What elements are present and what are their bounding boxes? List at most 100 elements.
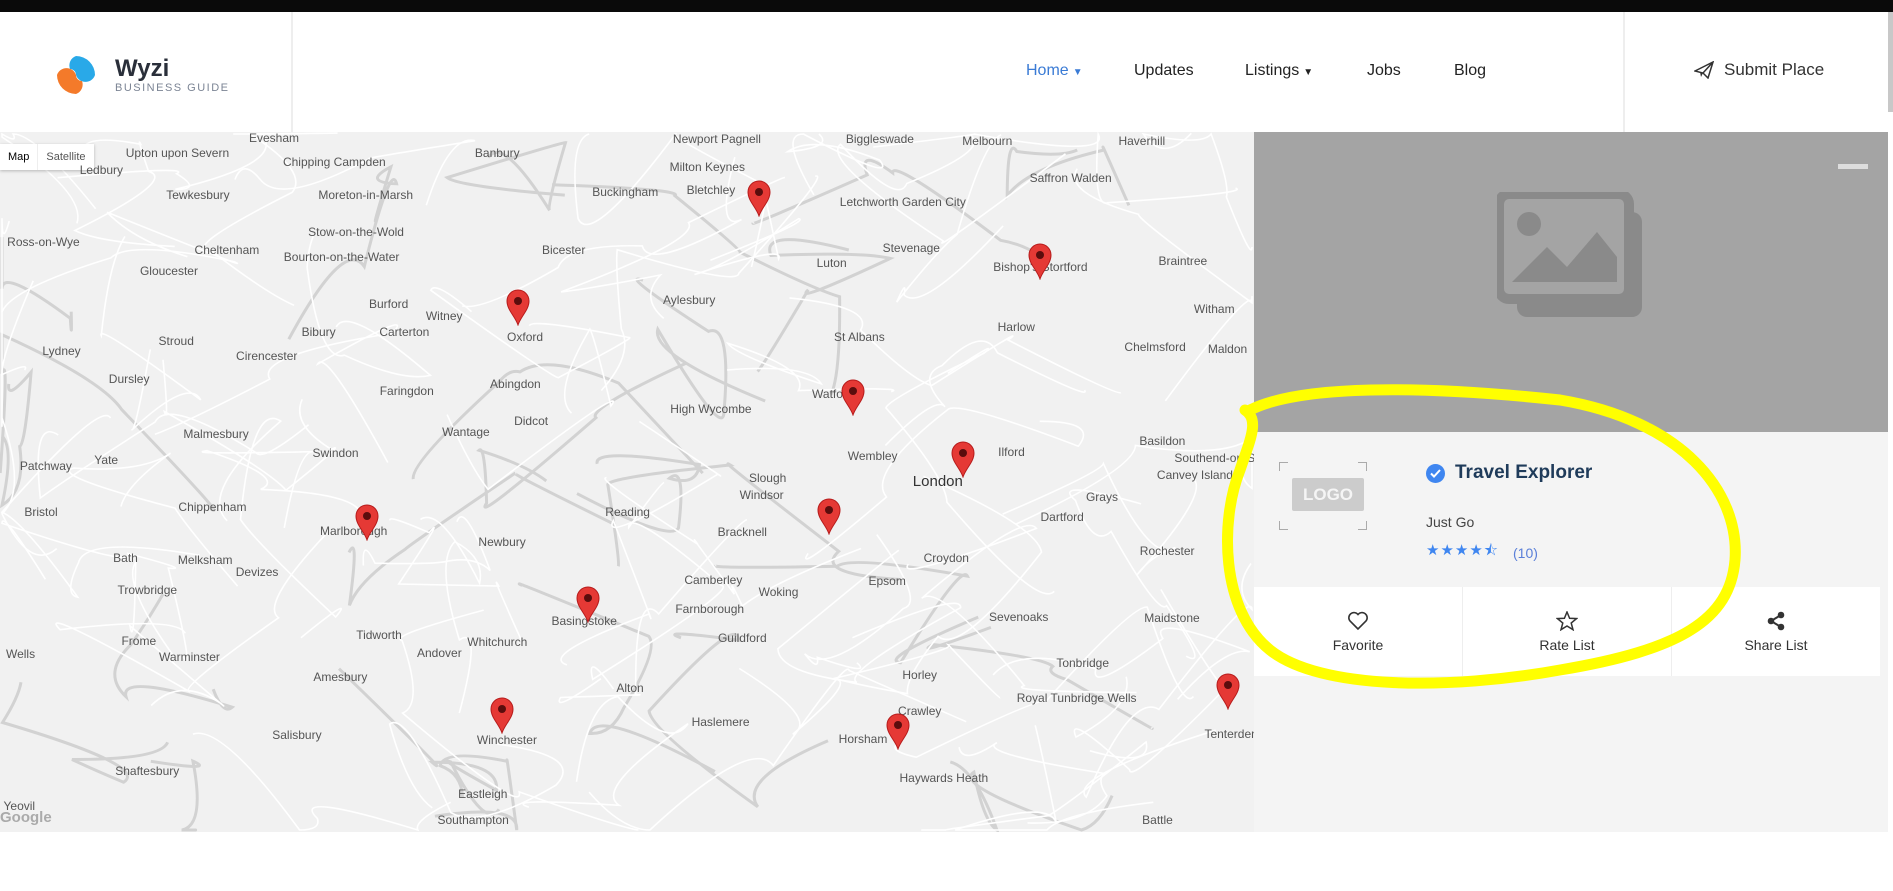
map-road [411,363,704,480]
favorite-button[interactable]: Favorite [1254,587,1463,676]
listing-title-text: Travel Explorer [1455,462,1593,483]
map-road [552,183,842,396]
map-marker-icon[interactable] [746,179,772,218]
map-road [836,475,1043,695]
map-marker-icon[interactable] [1027,242,1053,281]
map-road [895,133,1004,303]
share-list-button[interactable]: Share List [1672,587,1880,676]
map-place-label: Tenterden [1204,727,1254,742]
map-place-label: Dartford [1040,509,1084,524]
map-place-label: Oxford [507,329,544,344]
map-marker-icon[interactable] [1215,672,1241,710]
map-place-label: Andover [416,646,462,661]
listing-panel: LOGO Travel Explorer Just Go ★★★★⯪ (10) … [1254,132,1888,832]
map-place-label: High Wycombe [670,402,752,417]
map-place-label: Chipping Campden [282,154,386,169]
listing-actions: Favorite Rate List Share List [1254,587,1880,676]
map-road [1074,168,1253,402]
map-place-label: Windsor [739,488,784,503]
brand-logo[interactable]: Wyzi BUSINESS GUIDE [55,54,230,96]
map-place-label: Stow-on-the-Wold [308,224,404,239]
map-place-label: Amesbury [313,670,368,685]
rate-list-label: Rate List [1539,636,1595,653]
map-road [420,516,482,714]
map-place-label: Horley [902,667,938,682]
nav-listings[interactable]: Listings ▼ [1245,62,1313,80]
map-place-label: Tidworth [356,628,402,643]
nav-updates[interactable]: Updates [1134,62,1194,80]
map-place-label: Yeovil [3,799,36,814]
map-place-label: Stroud [158,333,194,348]
nav-jobs[interactable]: Jobs [1367,62,1401,80]
map-road [873,132,1238,204]
review-count[interactable]: (10) [1513,545,1538,561]
map-place-label: Didcot [514,414,549,429]
map-place-label: Yate [94,453,119,468]
map-place-label: Guildford [717,630,767,645]
map-place-label: Devizes [235,565,279,580]
map-place-label: Basildon [1139,433,1186,448]
map-marker-icon[interactable] [950,440,976,478]
map-place-label: Tewkesbury [166,187,230,202]
listing-title[interactable]: Travel Explorer [1426,462,1592,484]
chevron-down-icon: ▼ [1303,67,1314,78]
nav-listings-label: Listings [1245,62,1300,79]
map-place-label: Letchworth Garden City [839,194,966,209]
map-place-label: Malmesbury [183,426,249,441]
submit-place-button[interactable]: Submit Place [1694,60,1824,80]
map-road [588,668,967,831]
listing-rating: ★★★★⯪ (10) [1426,540,1538,565]
map-view[interactable]: Map Satellite Google Evesham Banbury Newpo… [0,132,1254,832]
map-road [713,561,979,665]
map-place-label: Trowbridge [117,583,178,598]
map-marker-icon[interactable] [505,288,531,326]
map-place-label: Shaftesbury [115,764,180,779]
map-place-label: Bath [113,550,138,565]
map-place-label: Grays [1085,490,1118,505]
map-road [1141,132,1253,251]
map-place-label: Wells [5,647,36,662]
star-icon [1556,610,1578,631]
map-place-label: Canvey Island [1156,467,1233,482]
map-marker-icon[interactable] [575,585,601,623]
map-place-label: Newbury [478,535,526,550]
map-marker-icon[interactable] [885,712,911,750]
map-place-label: Upton upon Severn [125,146,230,161]
map-place-label: Eastleigh [458,787,508,802]
map-place-label: Melksham [177,553,233,568]
map-place-label: Cirencester [236,349,298,364]
map-place-label: Alton [616,681,644,696]
map-marker-icon[interactable] [489,696,515,734]
map-place-label: Warminster [159,649,220,664]
map-place-label: Reading [605,504,650,519]
map-place-label: Bibury [301,325,336,340]
map-place-label: Cheltenham [194,243,260,258]
nav-home-label: Home [1026,62,1069,79]
map-marker-icon[interactable] [840,378,866,417]
map-place-label: Salisbury [272,728,322,743]
map-road [894,606,1195,759]
nav-home[interactable]: Home ▼ [1026,62,1083,80]
page-scrollbar[interactable] [1888,12,1893,112]
map-place-label: Horsham [838,731,888,746]
map-place-label: Battle [1142,812,1173,827]
rate-list-button[interactable]: Rate List [1463,587,1672,676]
map-place-label: Ross-on-Wye [7,234,80,249]
map-type-map-button[interactable]: Map [0,144,39,170]
map-place-label: Bletchley [686,182,736,197]
map-marker-icon[interactable] [354,503,380,541]
listing-logo: LOGO [1279,462,1367,530]
map-place-label: Haywards Heath [899,770,989,785]
site-header: Wyzi BUSINESS GUIDE Home ▼ Updates Listin… [0,12,1880,132]
map-place-label: Farnborough [675,601,745,616]
map-place-label: Whitchurch [467,635,528,650]
nav-blog[interactable]: Blog [1454,62,1486,80]
map-place-label: Buckingham [592,185,659,200]
map-place-label: Harlow [997,320,1035,335]
map-place-label: Winchester [476,733,537,748]
map-place-label: Dursley [108,372,150,387]
collapse-icon[interactable] [1838,164,1868,169]
map-place-label: Epsom [868,573,906,588]
map-marker-icon[interactable] [816,497,842,535]
map-place-label: Burford [368,297,409,312]
